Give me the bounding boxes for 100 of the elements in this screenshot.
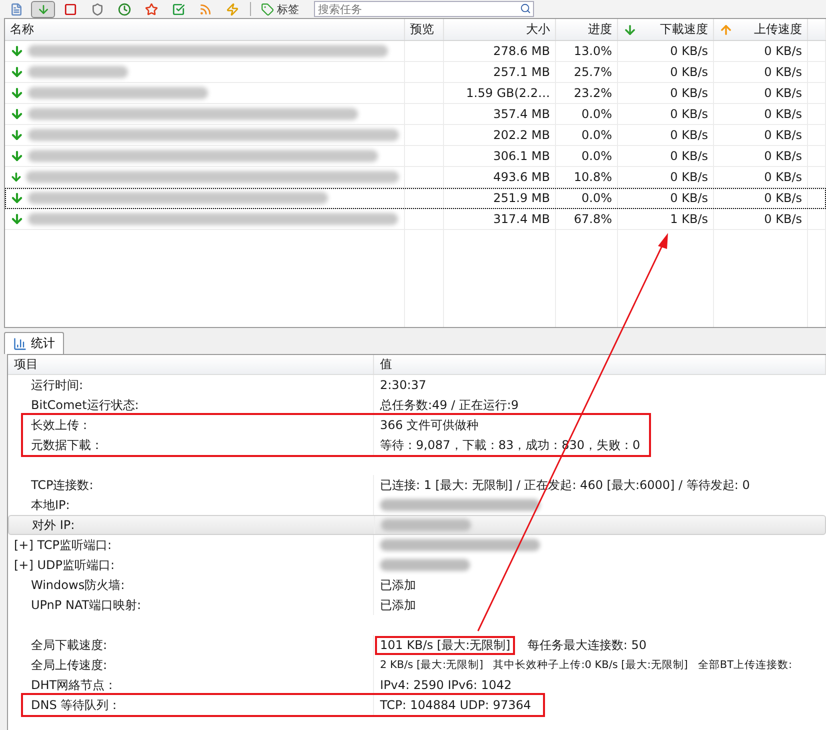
stat-label: 本地IP: <box>31 496 70 514</box>
stat-label: 长效上传： <box>31 416 91 434</box>
table-cell: 251.9 MB <box>493 191 550 205</box>
download-arrow-icon <box>10 128 24 142</box>
tag-icon <box>261 2 274 16</box>
stat-value: 总任务数:49 / 正在运行:9 <box>380 396 519 414</box>
task-row[interactable]: 357.4 MB 0.0% 0 KB/s 0 KB/s <box>5 104 826 125</box>
column-header[interactable]: 名称 <box>5 19 405 40</box>
table-cell: 25.7% <box>574 65 612 79</box>
task-row[interactable]: 317.4 MB 67.8% 1 KB/s 0 KB/s <box>5 209 826 230</box>
table-cell: 357.4 MB <box>493 107 550 121</box>
table-cell: 493.6 MB <box>493 170 550 184</box>
stat-label: BitComet运行状态: <box>31 396 139 414</box>
table-cell: 67.8% <box>574 212 612 226</box>
shield-icon <box>90 2 104 16</box>
stat-label: UPnP NAT端口映射: <box>31 596 142 614</box>
task-row[interactable]: 278.6 MB 13.0% 0 KB/s 0 KB/s <box>5 41 826 62</box>
table-cell: 257.1 MB <box>493 65 550 79</box>
stat-label: DHT网絡节点： <box>31 676 117 694</box>
stat-label: 对外 IP: <box>32 516 75 534</box>
toolbar-button[interactable] <box>31 0 55 18</box>
task-row[interactable]: 306.1 MB 0.0% 0 KB/s 0 KB/s <box>5 146 826 167</box>
task-row[interactable]: 493.6 MB 10.8% 0 KB/s 0 KB/s <box>5 167 826 188</box>
table-cell: 0 KB/s <box>764 212 802 226</box>
stat-label[interactable]: [+] TCP监听端口: <box>14 536 112 554</box>
column-header[interactable]: 项目 <box>8 355 374 374</box>
column-header[interactable]: 大小 <box>444 19 556 40</box>
table-cell: 306.1 MB <box>493 149 550 163</box>
stat-value: 每任务最大连接数: 50 <box>527 636 646 654</box>
table-cell: 0 KB/s <box>670 107 708 121</box>
table-cell: 0 KB/s <box>764 44 802 58</box>
table-cell: 0 KB/s <box>670 170 708 184</box>
stat-value: 已添加 <box>380 596 416 614</box>
table-cell: 0 KB/s <box>670 128 708 142</box>
column-header[interactable]: 进度 <box>556 19 618 40</box>
table-cell: 0.0% <box>582 107 612 121</box>
task-row[interactable]: 1.59 GB(2.2… 23.2% 0 KB/s 0 KB/s <box>5 83 826 104</box>
stat-value: IPv4: 2590 IPv6: 1042 <box>380 678 512 692</box>
star-icon <box>144 2 158 16</box>
lightning-icon <box>226 2 238 16</box>
column-header[interactable]: 值 <box>374 355 826 374</box>
search-field[interactable]: 搜索任务 <box>314 1 534 17</box>
table-cell: 13.0% <box>574 44 612 58</box>
download-arrow-icon <box>10 191 24 205</box>
table-cell: 0 KB/s <box>764 86 802 100</box>
stat-label: 全局上传速度: <box>31 656 108 674</box>
stat-value: 已添加 <box>380 576 416 594</box>
download-arrow-icon <box>36 2 50 16</box>
column-header[interactable]: 下載速度 <box>618 19 714 40</box>
stop-icon <box>64 2 76 16</box>
table-cell: 0 KB/s <box>670 191 708 205</box>
stat-label: TCP连接数: <box>31 476 94 494</box>
page-icon <box>10 2 22 16</box>
table-cell: 0 KB/s <box>764 170 802 184</box>
chart-icon <box>13 336 27 350</box>
table-cell: 1 KB/s <box>670 212 708 226</box>
table-cell: 0 KB/s <box>764 128 802 142</box>
table-cell: 0 KB/s <box>764 149 802 163</box>
check-icon <box>172 2 184 16</box>
table-cell: 0.0% <box>582 149 612 163</box>
table-cell: 10.8% <box>574 170 612 184</box>
stats-tab[interactable]: 统计 <box>4 332 64 354</box>
tag-button[interactable]: 标签 <box>257 0 303 18</box>
stat-label: DNS 等待队列： <box>31 696 121 714</box>
task-row[interactable]: 202.2 MB 0.0% 0 KB/s 0 KB/s <box>5 125 826 146</box>
download-arrow-icon <box>10 149 24 163</box>
stat-value: 366 文件可供做种 <box>380 416 479 434</box>
table-cell: 202.2 MB <box>493 128 550 142</box>
column-header[interactable]: 预览 <box>405 19 444 40</box>
download-arrow-icon <box>10 212 24 226</box>
stat-label: Windows防火墙: <box>31 576 125 594</box>
table-cell: 317.4 MB <box>493 212 550 226</box>
table-cell: 23.2% <box>574 86 612 100</box>
column-header[interactable]: 上传速度 <box>714 19 808 40</box>
stat-label: 运行时间: <box>31 376 84 394</box>
table-cell: 0 KB/s <box>670 65 708 79</box>
table-cell: 0 KB/s <box>764 191 802 205</box>
stat-label[interactable]: [+] UDP监听端口: <box>14 556 115 574</box>
stat-value: 其中长效种子上传:0 KB/s [最大:无限制] <box>493 658 688 672</box>
download-arrow-icon <box>10 44 24 58</box>
table-cell: 278.6 MB <box>493 44 550 58</box>
stat-value: 2:30:37 <box>380 378 426 392</box>
table-cell: 0 KB/s <box>764 65 802 79</box>
stat-value: 101 KB/s [最大:无限制] <box>380 638 510 652</box>
stat-label: 全局下載速度: <box>31 636 108 654</box>
task-row[interactable]: 251.9 MB 0.0% 0 KB/s 0 KB/s <box>5 188 826 209</box>
stat-label: 元数据下載： <box>31 436 103 454</box>
download-arrow-icon <box>10 170 22 184</box>
task-row[interactable]: 257.1 MB 25.7% 0 KB/s 0 KB/s <box>5 62 826 83</box>
search-icon <box>520 3 531 14</box>
table-cell: 0 KB/s <box>670 86 708 100</box>
table-cell: 1.59 GB(2.2… <box>466 86 550 100</box>
rss-icon <box>198 2 212 16</box>
table-cell: 0.0% <box>582 191 612 205</box>
selected-row[interactable]: 对外 IP: <box>8 515 826 535</box>
clock-icon <box>118 2 130 16</box>
table-cell: 0.0% <box>582 128 612 142</box>
stat-value: 全部BT上传连接数: <box>698 658 792 672</box>
table-cell: 0 KB/s <box>764 107 802 121</box>
stat-value: 2 KB/s [最大:无限制] <box>380 658 484 672</box>
